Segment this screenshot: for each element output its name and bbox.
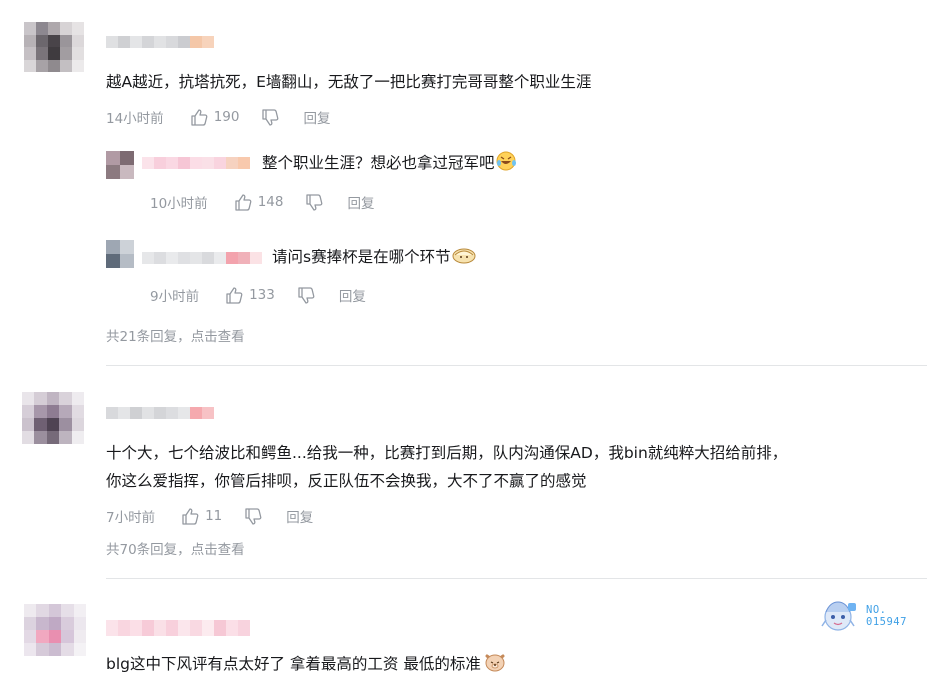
avatar[interactable] <box>24 22 84 72</box>
like-button[interactable]: 133 <box>225 286 275 304</box>
reply-meta: 10小时前 148 回复 <box>150 192 374 212</box>
badge-number: NO. 015947 <box>866 604 907 628</box>
like-count: 190 <box>213 109 240 125</box>
reply-text: 请问s赛捧杯是在哪个环节 <box>272 245 476 269</box>
like-button[interactable]: 148 <box>234 193 284 211</box>
fan-badge[interactable]: NO. 015947 <box>818 600 918 634</box>
dislike-button[interactable] <box>305 193 323 211</box>
avatar[interactable] <box>22 392 84 444</box>
like-count: 11 <box>205 508 223 524</box>
reply-meta: 9小时前 133 回复 <box>150 285 366 305</box>
reply-avatar[interactable] <box>106 240 134 268</box>
username[interactable] <box>106 407 214 419</box>
laugh-cry-emoji <box>496 151 516 171</box>
reply-button[interactable]: 回复 <box>286 506 313 526</box>
thumbs-down-icon <box>245 507 262 525</box>
thumbs-down-icon <box>306 193 323 211</box>
comment-meta: 7小时前 11 回复 <box>106 506 313 526</box>
comment-text: 越A越近，抗塔抗死，E墙翻山，无敌了一把比赛打完哥哥整个职业生涯 <box>106 73 592 91</box>
timestamp: 7小时前 <box>106 510 156 526</box>
like-count: 148 <box>257 194 284 210</box>
thumbs-up-icon <box>182 507 199 525</box>
timestamp: 10小时前 <box>150 196 208 212</box>
reply-username[interactable] <box>142 252 262 264</box>
thumbs-up-icon <box>226 286 243 304</box>
like-count: 133 <box>249 287 275 303</box>
reply-avatar[interactable] <box>106 151 134 179</box>
like-button[interactable]: 190 <box>190 108 240 126</box>
dislike-button[interactable] <box>261 108 279 126</box>
comment-meta: 14小时前 190 回复 <box>106 107 330 127</box>
view-more-replies[interactable]: 共70条回复，点击查看 <box>106 538 245 558</box>
reply-text: 整个职业生涯？想必也拿过冠军吧 <box>262 151 518 175</box>
avatar[interactable] <box>24 604 86 656</box>
view-more-link[interactable]: 点击查看 <box>191 329 245 345</box>
thumbs-up-icon <box>191 108 208 126</box>
dislike-button[interactable] <box>244 507 262 525</box>
username[interactable] <box>106 620 250 636</box>
thumbs-down-icon <box>262 108 279 126</box>
username[interactable] <box>106 36 214 48</box>
comment-text: blg这中下风评有点太好了 拿着最高的工资 最低的标准 <box>106 652 506 676</box>
dumpling-emoji <box>452 248 476 264</box>
comment-text-line-1: 十个大，七个给波比和鳄鱼...给我一种，比赛打到后期，队内沟通保AD，我bin就… <box>106 444 788 462</box>
reply-username[interactable] <box>142 157 250 169</box>
reply-button[interactable]: 回复 <box>347 192 374 212</box>
like-button[interactable]: 11 <box>181 507 223 525</box>
view-more-replies[interactable]: 共21条回复，点击查看 <box>106 325 245 345</box>
mascot-badge-icon <box>821 601 856 631</box>
divider <box>106 365 927 366</box>
view-more-link[interactable]: 点击查看 <box>191 542 245 558</box>
reply-button[interactable]: 回复 <box>303 107 330 127</box>
thumbs-down-icon <box>298 286 315 304</box>
thumbs-up-icon <box>235 193 252 211</box>
comment-text-line-2: 你这么爱指挥，你管后排呗，反正队伍不会换我，大不了不赢了的感觉 <box>106 472 587 490</box>
reply-button[interactable]: 回复 <box>339 285 366 305</box>
timestamp: 14小时前 <box>106 111 164 127</box>
dog-emoji <box>485 654 505 672</box>
divider <box>106 578 927 579</box>
timestamp: 9小时前 <box>150 289 200 305</box>
dislike-button[interactable] <box>297 286 315 304</box>
